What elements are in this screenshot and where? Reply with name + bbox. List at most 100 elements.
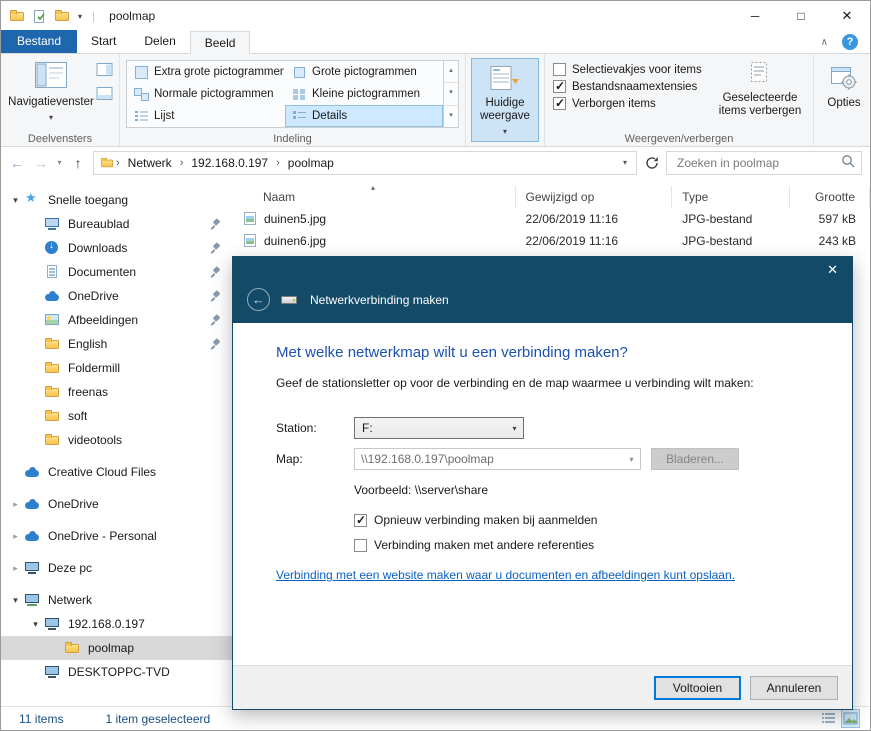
ribbon-collapse-icon[interactable]: ∧ bbox=[821, 37, 828, 48]
tab-start[interactable]: Start bbox=[77, 30, 130, 53]
sidebar-item-desktoppc-tvd[interactable]: DESKTOPPC-TVD bbox=[1, 660, 233, 684]
history-dropdown-icon[interactable]: ▾ bbox=[53, 158, 66, 167]
credentials-checkbox[interactable]: Verbinding maken met andere referenties bbox=[354, 538, 812, 552]
sidebar-item-onedrive[interactable]: OneDrive bbox=[1, 492, 233, 516]
breadcrumb-netwerk[interactable]: Netwerk bbox=[120, 156, 180, 170]
sidebar-item-downloads[interactable]: Downloads bbox=[1, 236, 233, 260]
view-option-details[interactable]: Details bbox=[285, 105, 443, 127]
close-button[interactable]: ✕ bbox=[824, 1, 870, 31]
file-list: ▴ Naam Gewijzigd op Type Grootte duinen5… bbox=[233, 178, 870, 252]
browse-button[interactable]: Bladeren... bbox=[651, 448, 739, 470]
sidebar-item-foldermill[interactable]: Foldermill bbox=[1, 356, 233, 380]
address-dropdown-icon[interactable]: ▾ bbox=[614, 158, 636, 167]
hide-selected-items-button[interactable]: Geselecteerde items verbergen bbox=[712, 57, 808, 121]
properties-icon[interactable] bbox=[33, 9, 47, 24]
sidebar-item-onedrive-pinned[interactable]: OneDrive bbox=[1, 284, 233, 308]
sidebar-item-snelle-toegang[interactable]: Snelle toegang bbox=[1, 188, 233, 212]
reconnect-checkbox[interactable]: Opnieuw verbinding maken bij aanmelden bbox=[354, 513, 812, 527]
download-icon bbox=[44, 240, 61, 256]
group-huidige-weergave: Huidige weergave ▾ bbox=[466, 54, 545, 146]
view-option-small-icons[interactable]: Kleine pictogrammen bbox=[285, 83, 443, 105]
expander-closed-icon[interactable] bbox=[7, 563, 24, 574]
address-bar[interactable]: › Netwerk › 192.168.0.197 › poolmap ▾ bbox=[93, 150, 637, 175]
drive-letter-select[interactable]: F: ▾ bbox=[354, 417, 524, 439]
column-header-type[interactable]: Type bbox=[672, 186, 791, 208]
connect-website-link[interactable]: Verbinding met een website maken waar u … bbox=[276, 568, 735, 582]
tab-bestand[interactable]: Bestand bbox=[1, 30, 78, 53]
dialog-back-button[interactable]: ← bbox=[247, 288, 270, 311]
view-option-extra-large-icons[interactable]: Extra grote pictogrammen bbox=[127, 61, 285, 83]
preview-pane-icon[interactable] bbox=[96, 62, 114, 81]
refresh-icon[interactable] bbox=[640, 156, 664, 170]
view-option-list[interactable]: Lijst bbox=[127, 105, 285, 127]
checkbox-verborgen-items[interactable]: Verborgen items bbox=[553, 96, 706, 110]
gallery-scroll-up-icon[interactable]: ▴ bbox=[444, 61, 458, 84]
navigation-pane: Snelle toegang Bureaublad Downloads Docu… bbox=[1, 178, 233, 706]
new-folder-icon[interactable] bbox=[54, 8, 71, 24]
folder-path-combobox[interactable]: ▾ bbox=[354, 448, 641, 470]
breadcrumb-192-168-0-197[interactable]: 192.168.0.197 bbox=[183, 156, 276, 170]
tab-delen[interactable]: Delen bbox=[130, 30, 189, 53]
column-header-grootte[interactable]: Grootte bbox=[790, 186, 870, 208]
breadcrumb-poolmap[interactable]: poolmap bbox=[280, 156, 342, 170]
forward-button[interactable]: → bbox=[29, 155, 53, 171]
expander-open-icon[interactable] bbox=[7, 195, 24, 206]
sidebar-item-videotools[interactable]: videotools bbox=[1, 428, 233, 452]
search-input[interactable] bbox=[675, 154, 841, 171]
details-pane-icon[interactable] bbox=[96, 86, 114, 105]
sidebar-item-deze-pc[interactable]: Deze pc bbox=[1, 556, 233, 580]
column-header-naam[interactable]: ▴ Naam bbox=[233, 183, 516, 208]
column-header-gewijzigd-op[interactable]: Gewijzigd op bbox=[516, 186, 673, 208]
thumbnail-view-toggle-icon[interactable] bbox=[841, 709, 860, 728]
file-row-duinen6[interactable]: duinen6.jpg 22/06/2019 11:16 JPG-bestand… bbox=[233, 230, 870, 252]
sidebar-item-english[interactable]: English bbox=[1, 332, 233, 356]
checkbox-item-selectievakjes[interactable]: Selectievakjes voor items bbox=[553, 63, 706, 76]
group-indeling: Extra grote pictogrammen Grote pictogram… bbox=[120, 54, 466, 146]
group-label-indeling: Indeling bbox=[273, 133, 312, 145]
chevron-down-icon: ▾ bbox=[48, 113, 53, 122]
quick-access-toolbar: ▾ | poolmap bbox=[9, 8, 155, 24]
gallery-more-icon[interactable]: ▾ bbox=[444, 106, 458, 127]
sidebar-item-192-168-0-197[interactable]: 192.168.0.197 bbox=[1, 612, 233, 636]
expander-open-icon[interactable] bbox=[27, 619, 44, 630]
expander-open-icon[interactable] bbox=[7, 595, 24, 606]
options-button[interactable]: Opties bbox=[818, 57, 870, 141]
maximize-button[interactable]: □ bbox=[778, 1, 824, 31]
current-view-button[interactable]: Huidige weergave ▾ bbox=[471, 58, 539, 142]
sidebar-item-soft[interactable]: soft bbox=[1, 404, 233, 428]
sidebar-item-freenas[interactable]: freenas bbox=[1, 380, 233, 404]
group-deelvensters: Navigatievenster ▾ Deelvensters bbox=[1, 54, 120, 146]
help-icon[interactable]: ? bbox=[842, 34, 858, 50]
cloud-icon bbox=[24, 528, 41, 544]
sidebar-item-onedrive-personal[interactable]: OneDrive - Personal bbox=[1, 524, 233, 548]
explorer-window-icon bbox=[9, 8, 26, 24]
window-title: poolmap bbox=[109, 9, 156, 23]
sidebar-item-bureaublad[interactable]: Bureaublad bbox=[1, 212, 233, 236]
navigation-pane-button[interactable]: Navigatievenster ▾ bbox=[6, 57, 96, 127]
gallery-scroll-down-icon[interactable]: ▾ bbox=[444, 83, 458, 106]
expander-closed-icon[interactable] bbox=[7, 499, 24, 510]
folder-path-input[interactable] bbox=[355, 451, 623, 467]
expander-closed-icon[interactable] bbox=[7, 531, 24, 542]
sidebar-item-afbeeldingen[interactable]: Afbeeldingen bbox=[1, 308, 233, 332]
view-option-large-icons[interactable]: Grote pictogrammen bbox=[285, 61, 443, 83]
pin-icon bbox=[209, 265, 221, 279]
view-option-medium-icons[interactable]: Normale pictogrammen bbox=[127, 83, 285, 105]
sidebar-item-netwerk[interactable]: Netwerk bbox=[1, 588, 233, 612]
cancel-button[interactable]: Annuleren bbox=[750, 675, 838, 700]
finish-button[interactable]: Voltooien bbox=[654, 675, 741, 700]
qat-customize-dropdown-icon[interactable]: ▾ bbox=[78, 12, 82, 21]
tab-beeld[interactable]: Beeld bbox=[189, 31, 251, 54]
file-row-duinen5[interactable]: duinen5.jpg 22/06/2019 11:16 JPG-bestand… bbox=[233, 208, 870, 230]
sidebar-item-poolmap[interactable]: poolmap bbox=[1, 636, 233, 660]
back-button[interactable]: ← bbox=[5, 155, 29, 171]
search-box[interactable] bbox=[666, 150, 862, 175]
minimize-button[interactable]: ─ bbox=[732, 1, 778, 31]
dialog-close-icon[interactable]: ✕ bbox=[827, 262, 838, 278]
details-view-toggle-icon[interactable] bbox=[819, 709, 838, 728]
up-button[interactable]: ↑ bbox=[66, 155, 90, 171]
checkbox-bestandsnaamextensies[interactable]: Bestandsnaamextensies bbox=[553, 79, 706, 93]
search-icon[interactable] bbox=[841, 154, 855, 171]
sidebar-item-creative-cloud-files[interactable]: Creative Cloud Files bbox=[1, 460, 233, 484]
sidebar-item-documenten[interactable]: Documenten bbox=[1, 260, 233, 284]
